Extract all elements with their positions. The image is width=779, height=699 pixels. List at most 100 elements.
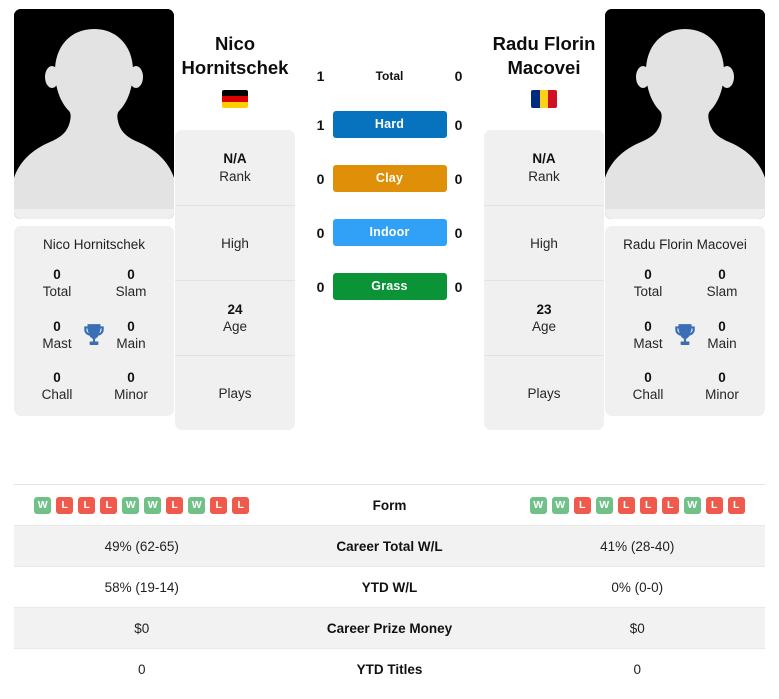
left-value: 49% (62-65)	[104, 538, 179, 554]
trophy-stat-value: 0	[53, 267, 61, 282]
left-value: 0	[137, 662, 146, 677]
stats-table: WLLLWWLWLL Form WWLWLLLWLL 49% (62-65) C…	[14, 484, 765, 690]
player-comparison-page: Nico Hornitschek 0 Total 0 Slam 0 Mast 0…	[0, 0, 779, 699]
romania-flag-icon	[531, 90, 557, 109]
info-row-age: 24 Age	[175, 280, 295, 355]
right-trophy-card: Radu Florin Macovei 0 Total 0 Slam 0 Mas…	[605, 226, 765, 416]
h2h-row-total: 1 Total 0	[309, 68, 471, 84]
trophy-stat: 0 Chall	[20, 369, 94, 404]
form-badge-win[interactable]: W	[34, 496, 52, 514]
h2h-surface-total: Total	[333, 69, 447, 83]
form-badge-win[interactable]: W	[188, 496, 206, 514]
form-badge-loss[interactable]: L	[617, 496, 635, 514]
trophy-stat: 0 Total	[611, 266, 685, 301]
form-badge-loss[interactable]: L	[573, 496, 591, 514]
right-player-name-line2: Macovei	[507, 56, 581, 78]
trophy-stat-label: Chall	[41, 387, 73, 403]
trophy-stat: 0 Minor	[94, 369, 168, 404]
h2h-left-score: 0	[316, 170, 325, 187]
right-value: 41% (28-40)	[600, 538, 675, 554]
left-player-name: Nico Hornitschek	[182, 32, 289, 79]
form-badge-loss[interactable]: L	[100, 496, 118, 514]
form-badge-loss[interactable]: L	[727, 496, 745, 514]
h2h-right-score: 0	[454, 68, 463, 84]
left-trophy-grid: 0 Total 0 Slam 0 Mast 0 Main 0 Chall 0 M…	[20, 266, 168, 404]
h2h-left-score: 0	[316, 224, 325, 241]
form-badge-loss[interactable]: L	[639, 496, 657, 514]
trophy-stat: 0 Total	[20, 266, 94, 301]
stats-row-label: YTD Titles	[356, 662, 423, 677]
trophy-icon	[81, 322, 107, 348]
h2h-surface-clay[interactable]: Clay	[332, 165, 447, 192]
comparison-header: Nico Hornitschek 0 Total 0 Slam 0 Mast 0…	[0, 0, 779, 470]
h2h-left-score: 1	[316, 116, 325, 133]
right-form-strip: WWLWLLLWLL	[510, 496, 766, 514]
stats-row-ytd-wl: 58% (19-14) YTD W/L 0% (0-0)	[14, 567, 765, 608]
stats-row-career-prize-money: $0 Career Prize Money $0	[14, 608, 765, 649]
h2h-surface-indoor[interactable]: Indoor	[332, 219, 447, 246]
trophy-stat-label: Total	[633, 284, 663, 300]
form-badge-loss[interactable]: L	[78, 496, 96, 514]
form-badge-win[interactable]: W	[122, 496, 140, 514]
trophy-stat-value: 0	[127, 267, 135, 282]
form-badge-win[interactable]: W	[551, 496, 569, 514]
right-player-identity: Radu Florin Macovei N/A Rank High 23 Age	[483, 9, 605, 431]
left-player-column: Nico Hornitschek 0 Total 0 Slam 0 Mast 0…	[14, 9, 174, 416]
h2h-right-score: 0	[454, 224, 463, 241]
info-label: Rank	[219, 168, 251, 184]
h2h-right-score: 0	[454, 170, 463, 187]
info-label: Rank	[528, 168, 560, 184]
info-row-age: 23 Age	[484, 280, 604, 355]
left-form-strip: WLLLWWLWLL	[14, 496, 270, 514]
left-value: 58% (19-14)	[104, 579, 179, 595]
h2h-right-score: 0	[454, 278, 463, 295]
trophy-stat: 0 Slam	[685, 266, 759, 301]
right-player-name-line1: Radu Florin	[492, 33, 596, 54]
trophy-stat-value: 0	[644, 267, 652, 282]
form-badge-loss[interactable]: L	[661, 496, 679, 514]
left-player-name-line2: Hornitschek	[181, 56, 289, 78]
player-silhouette-icon	[605, 9, 765, 219]
h2h-row-hard: 1 Hard 0	[309, 111, 471, 138]
h2h-surface-label[interactable]: Grass	[332, 273, 447, 300]
left-player-avatar[interactable]	[14, 9, 174, 219]
germany-flag-icon	[222, 90, 248, 109]
right-value: $0	[629, 620, 645, 636]
form-badge-win[interactable]: W	[144, 496, 162, 514]
stats-row-career-total-wl: 49% (62-65) Career Total W/L 41% (28-40)	[14, 526, 765, 567]
info-row-rank: N/A Rank	[484, 130, 604, 205]
form-badge-loss[interactable]: L	[166, 496, 184, 514]
form-badge-win[interactable]: W	[683, 496, 701, 514]
form-badge-win[interactable]: W	[595, 496, 613, 514]
right-player-avatar[interactable]	[605, 9, 765, 219]
right-form-cell: WWLWLLLWLL	[510, 496, 766, 514]
stats-row-form: WLLLWWLWLL Form WWLWLLLWLL	[14, 485, 765, 526]
right-info-card: N/A Rank High 23 Age Plays	[484, 130, 604, 431]
stats-row-ytd-titles: 0 YTD Titles 0	[14, 649, 765, 690]
right-trophy-card-name: Radu Florin Macovei	[623, 237, 747, 252]
h2h-surface-label[interactable]: Clay	[332, 165, 447, 192]
h2h-surface-grass[interactable]: Grass	[332, 273, 447, 300]
stats-row-label: Career Total W/L	[336, 538, 443, 554]
h2h-surface-label[interactable]: Hard	[332, 111, 447, 138]
form-badge-win[interactable]: W	[529, 496, 547, 514]
form-badge-loss[interactable]: L	[232, 496, 250, 514]
info-label: Age	[531, 319, 557, 335]
info-label: Age	[222, 319, 248, 335]
h2h-surface-hard[interactable]: Hard	[332, 111, 447, 138]
form-badge-loss[interactable]: L	[56, 496, 74, 514]
info-row-plays: Plays	[175, 355, 295, 430]
left-trophy-card: Nico Hornitschek 0 Total 0 Slam 0 Mast 0…	[14, 226, 174, 416]
form-badge-loss[interactable]: L	[210, 496, 228, 514]
info-label: Plays	[527, 385, 561, 401]
info-row-high: High	[484, 205, 604, 280]
form-badge-loss[interactable]: L	[705, 496, 723, 514]
left-value: $0	[134, 620, 150, 636]
trophy-stat-value: 0	[718, 267, 726, 282]
h2h-row-clay: 0 Clay 0	[309, 165, 471, 192]
left-trophy-card-name: Nico Hornitschek	[42, 237, 146, 252]
h2h-row-grass: 0 Grass 0	[309, 273, 471, 300]
h2h-right-score: 0	[454, 116, 463, 133]
trophy-glyph	[675, 323, 695, 345]
h2h-surface-label[interactable]: Indoor	[332, 219, 447, 246]
